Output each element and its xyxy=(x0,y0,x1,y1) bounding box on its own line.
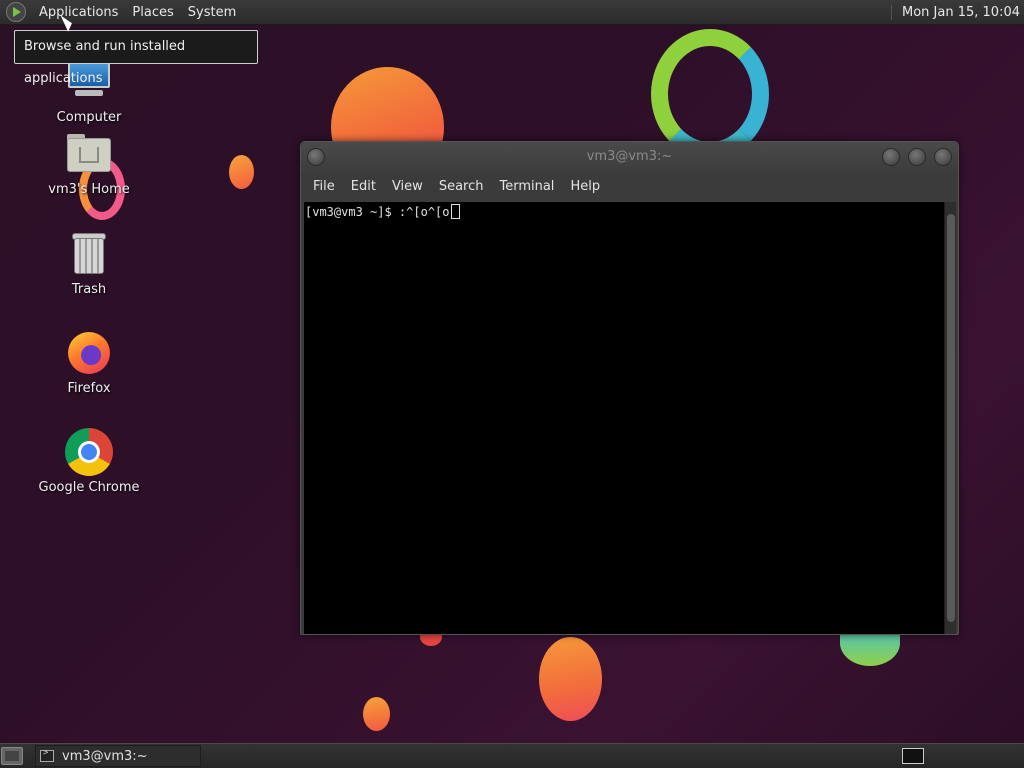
terminal-menubar: File Edit View Search Terminal Help xyxy=(301,173,958,200)
text-cursor xyxy=(450,204,460,219)
show-desktop-button[interactable] xyxy=(1,747,23,765)
menu-applications[interactable]: Applications xyxy=(32,0,125,25)
menu-view[interactable]: View xyxy=(384,173,431,200)
scrollbar-thumb[interactable] xyxy=(947,214,955,622)
minimize-button[interactable] xyxy=(882,148,900,166)
window-titlebar[interactable]: vm3@vm3:~ xyxy=(301,142,958,173)
menu-search[interactable]: Search xyxy=(431,173,492,200)
distro-logo-icon[interactable] xyxy=(6,2,26,22)
desktop-icon-label: Google Chrome xyxy=(38,480,140,495)
wallpaper-shape xyxy=(651,29,769,159)
desktop-icon-label: vm3's Home xyxy=(48,182,130,197)
home-folder-icon xyxy=(65,130,113,178)
taskbar-item-terminal[interactable]: vm3@vm3:~ xyxy=(35,745,201,767)
terminal-icon xyxy=(40,748,54,762)
clock[interactable]: Mon Jan 15, 10:04 xyxy=(891,4,1020,20)
firefox-icon xyxy=(65,329,113,377)
trash-icon xyxy=(65,230,113,278)
menu-system[interactable]: System xyxy=(181,0,243,25)
desktop-icon-chrome[interactable]: Google Chrome xyxy=(29,428,149,495)
taskbar-item-label: vm3@vm3:~ xyxy=(62,748,148,764)
terminal-output[interactable]: [vm3@vm3 ~]$ :^[o^[o xyxy=(304,202,945,634)
chrome-icon xyxy=(65,428,113,476)
desktop-icon-label: Trash xyxy=(71,282,107,297)
prompt-line: [vm3@vm3 ~]$ :^[o^[o xyxy=(305,205,450,219)
menu-help[interactable]: Help xyxy=(562,173,608,200)
desktop-icon-label: Firefox xyxy=(67,381,111,396)
desktop-icon-home[interactable]: vm3's Home xyxy=(29,130,149,197)
desktop-icon-label: Computer xyxy=(56,110,122,125)
menu-edit[interactable]: Edit xyxy=(343,173,384,200)
menu-terminal[interactable]: Terminal xyxy=(491,173,562,200)
desktop-icon-trash[interactable]: Trash xyxy=(29,230,149,297)
wallpaper-shape xyxy=(229,155,254,189)
close-button[interactable] xyxy=(934,148,952,166)
desktop-icon-firefox[interactable]: Firefox xyxy=(29,329,149,396)
window-menu-icon[interactable] xyxy=(307,148,325,166)
wallpaper-shape xyxy=(539,637,602,721)
wallpaper-shape xyxy=(363,697,390,731)
maximize-button[interactable] xyxy=(908,148,926,166)
terminal-window[interactable]: vm3@vm3:~ File Edit View Search Terminal… xyxy=(300,141,959,635)
menu-file[interactable]: File xyxy=(305,173,343,200)
terminal-scrollbar[interactable] xyxy=(944,202,956,634)
top-panel: Applications Places System Mon Jan 15, 1… xyxy=(0,0,1024,25)
workspace-switcher[interactable] xyxy=(902,748,924,764)
tooltip: Browse and run installed applications xyxy=(14,30,258,86)
bottom-panel: vm3@vm3:~ xyxy=(0,743,1024,768)
menu-places[interactable]: Places xyxy=(125,0,180,25)
window-title: vm3@vm3:~ xyxy=(586,149,673,164)
